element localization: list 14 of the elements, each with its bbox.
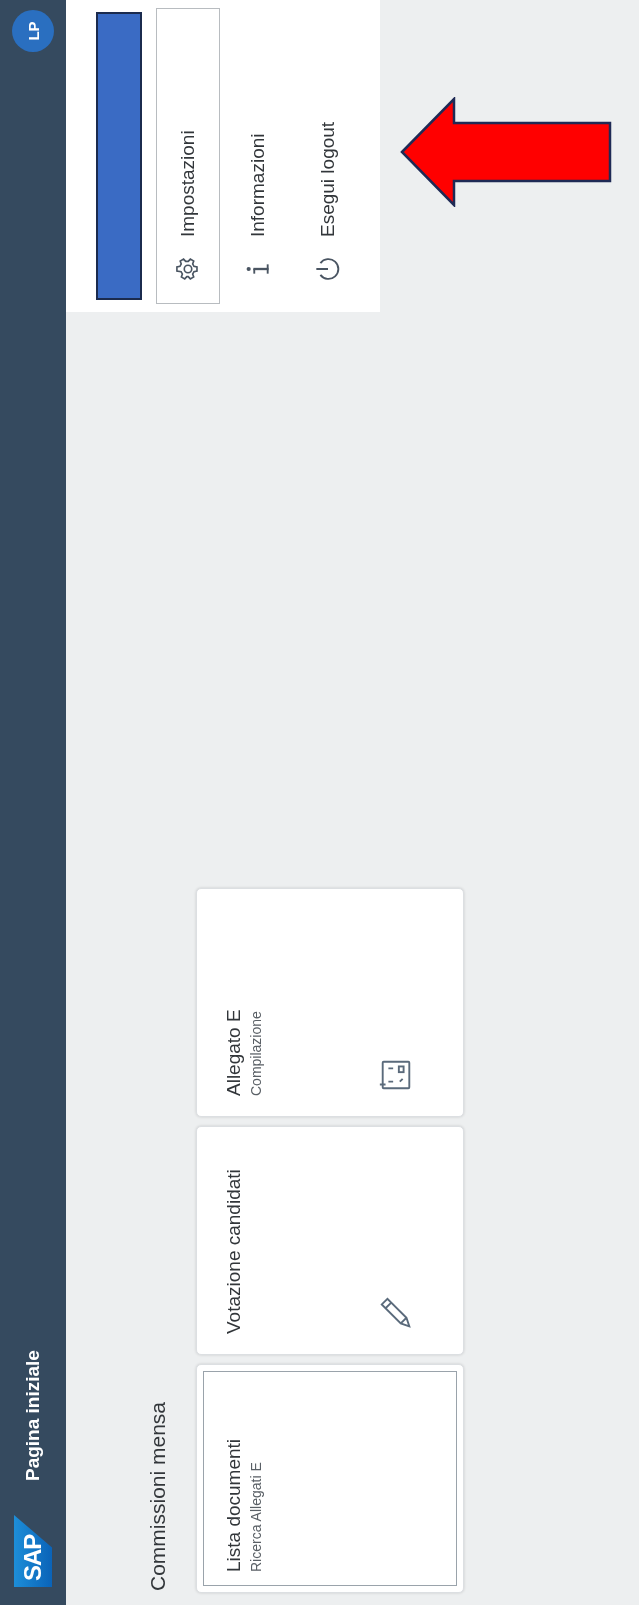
tile-title: Votazione candidati [223, 1169, 245, 1334]
tile[interactable]: Allegato E Compilazione [196, 888, 464, 1117]
logo[interactable]: SAP [14, 1515, 52, 1587]
tile[interactable]: Lista documenti Ricerca Allegati E [196, 1364, 464, 1593]
group-title: Commissioni mensa [146, 1400, 170, 1591]
power-icon [314, 255, 342, 283]
menu-item[interactable]: Impostazioni [156, 8, 220, 304]
tile-subtitle: Ricerca Allegati E [248, 1462, 264, 1572]
page-title: Pagina iniziale [22, 1350, 44, 1481]
tile-title: Allegato E [223, 1009, 245, 1096]
tile-title: Lista documenti [223, 1438, 245, 1572]
avatar[interactable]: LP [12, 10, 54, 52]
tile[interactable]: Votazione candidati [196, 1126, 464, 1355]
tile-subtitle: Compilazione [248, 1011, 264, 1096]
